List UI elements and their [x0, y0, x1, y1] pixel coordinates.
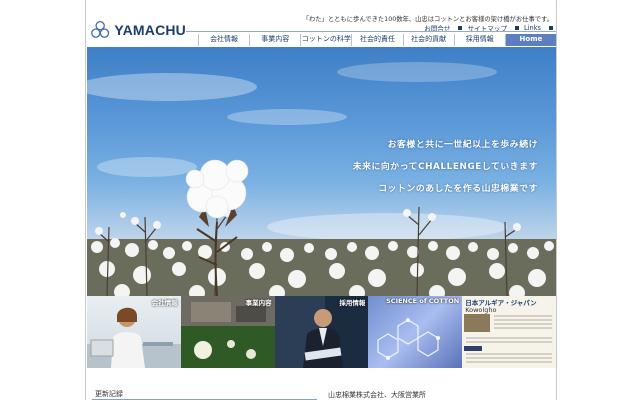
nav-item-company[interactable]: 会社情報: [198, 34, 249, 46]
company-address-heading: 山忠棉業株式会社、大阪営業所: [328, 391, 426, 399]
nav-item-science[interactable]: コットンの科学: [300, 34, 351, 46]
tile-news-document[interactable]: 日本アルギア・ジャパン Kowolgho: [462, 296, 556, 368]
tile-sublabel-news: Kowolgho: [465, 306, 497, 314]
hero-line-1: お客様と共に一世紀以上を歩み続け: [387, 140, 538, 150]
tile-label-business: 事業内容: [245, 299, 272, 307]
square-bullet-icon: [458, 26, 463, 30]
tile-label-recruit: 採用情報: [339, 299, 366, 307]
nav-item-recruit[interactable]: 採用情報: [453, 34, 505, 46]
square-bullet-icon: [549, 26, 553, 30]
tile-label-science: SCIENCE of COTTON: [386, 297, 460, 305]
tile-recruit[interactable]: 採用情報: [274, 296, 369, 368]
content-frame: YAMACHU 「わた」とともに歩んできた100数年、山忠はコットンとお客様の架…: [85, 0, 557, 400]
site-header: YAMACHU 「わた」とともに歩んできた100数年、山忠はコットンとお客様の架…: [86, 0, 558, 46]
tagline: 「わた」とともに歩んできた100数年、山忠はコットンとお客様の架け橋がお仕事です…: [302, 16, 553, 23]
nav-item-contribution[interactable]: 社会的貢献: [402, 34, 454, 46]
page: YAMACHU 「わた」とともに歩んできた100数年、山忠はコットンとお客様の架…: [0, 0, 640, 400]
tile-label-company: 会社情報: [151, 299, 178, 307]
cotton-logo-icon: [91, 21, 110, 38]
hero-line-2: 未来に向かってCHALLENGEしていきます: [352, 162, 538, 172]
nav-item-business[interactable]: 事業内容: [249, 34, 300, 46]
hero-line-3: コットンのあしたを作る山忠棉業です: [378, 184, 538, 194]
nav-item-home[interactable]: Home: [504, 34, 556, 46]
company-logo[interactable]: YAMACHU: [90, 15, 186, 45]
square-bullet-icon: [515, 26, 520, 30]
molecule-image: [377, 318, 441, 360]
tile-company[interactable]: 会社情報: [87, 296, 181, 368]
feature-tiles: 会社情報 事業内容 採用情報 SCIENCE of COTTON 日本アルギア・…: [87, 296, 556, 368]
bottom-section: 更新記録 山忠棉業株式会社、大阪営業所: [87, 368, 556, 400]
nav-divider: [186, 31, 556, 32]
tile-science[interactable]: SCIENCE of COTTON: [368, 296, 463, 368]
tile-business[interactable]: 事業内容: [180, 296, 275, 368]
hero-banner: お客様と共に一世紀以上を歩み続け 未来に向かってCHALLENGEしていきます …: [87, 47, 556, 296]
logo-text: YAMACHU: [114, 22, 186, 38]
nav-item-responsibility[interactable]: 社会的責任: [351, 34, 402, 46]
main-nav: 会社情報 事業内容 コットンの科学 社会的責任 社会的貢献 採用情報 Home: [198, 34, 556, 46]
news-heading: 更新記録: [95, 390, 123, 398]
